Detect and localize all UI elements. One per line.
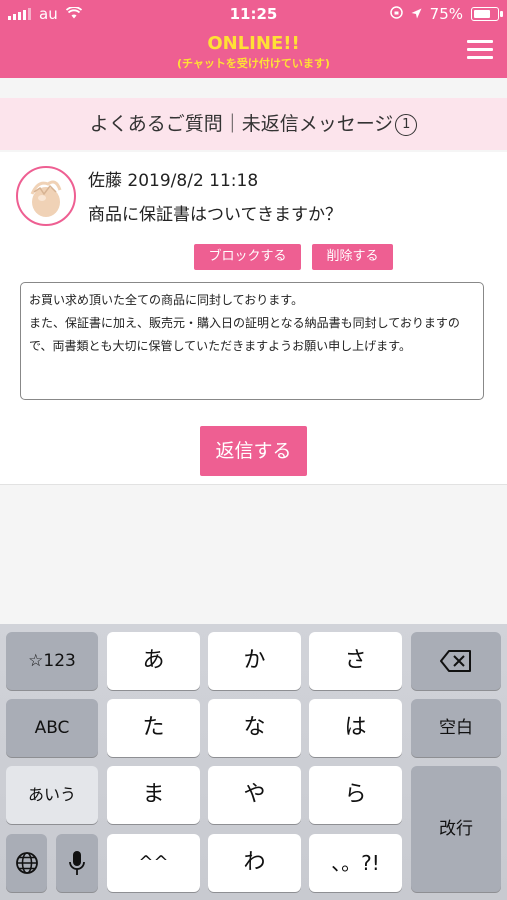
key-abc[interactable]: ABC (6, 699, 98, 757)
globe-icon (15, 852, 39, 880)
key-globe[interactable] (6, 834, 47, 892)
status-bar: au 11:25 75% (0, 0, 507, 28)
rotation-lock-icon (389, 5, 403, 23)
send-reply-button[interactable]: 返信する (200, 426, 307, 476)
key-dakuten[interactable]: ^^ (107, 834, 200, 892)
battery-icon (471, 7, 503, 21)
unread-count-badge: 1 (395, 113, 418, 136)
key-na[interactable]: な (208, 699, 301, 757)
key-space[interactable]: 空白 (411, 699, 501, 757)
key-ta[interactable]: た (107, 699, 200, 757)
avatar (16, 166, 76, 226)
key-backspace[interactable] (411, 632, 501, 690)
key-microphone[interactable] (56, 834, 98, 892)
page-title-bar: よくあるご質問｜未返信メッセージ 1 (0, 98, 507, 150)
key-return[interactable]: 改行 (411, 766, 501, 892)
microphone-icon (69, 851, 85, 881)
key-ma[interactable]: ま (107, 766, 200, 824)
online-status: ONLINE!! (207, 33, 300, 54)
key-ha[interactable]: は (309, 699, 402, 757)
key-ya[interactable]: や (208, 766, 301, 824)
key-ka[interactable]: か (208, 632, 301, 690)
key-kana-mode[interactable]: あいう (6, 766, 98, 824)
sender-name: 佐藤 (88, 171, 122, 191)
reply-text: お買い求め頂いた全ての商品に同封しております。 また、保証書に加え、販売元・購入… (29, 293, 460, 353)
page-title: よくあるご質問｜未返信メッセージ (89, 113, 394, 135)
reply-textarea[interactable]: お買い求め頂いた全ての商品に同封しております。 また、保証書に加え、販売元・購入… (20, 282, 484, 400)
key-sa[interactable]: さ (309, 632, 402, 690)
key-ra[interactable]: ら (309, 766, 402, 824)
app-header: au 11:25 75% ONLINE!! (チャットを受け付けています) (0, 0, 507, 78)
battery-percent: 75% (429, 5, 463, 23)
location-icon (411, 5, 422, 23)
block-button[interactable]: ブロックする (194, 244, 301, 270)
message-meta: 佐藤 2019/8/2 11:18 (88, 166, 258, 191)
key-a[interactable]: あ (107, 632, 200, 690)
message-text: 商品に保証書はついてきますか？ (88, 205, 342, 225)
backspace-icon (440, 650, 472, 677)
online-status-sub: (チャットを受け付けています) (177, 57, 330, 70)
key-punctuation[interactable]: 、。?! (309, 834, 402, 892)
key-wa[interactable]: わ (208, 834, 301, 892)
message-timestamp: 2019/8/2 11:18 (127, 171, 259, 191)
hamburger-menu-icon[interactable] (467, 40, 493, 60)
keyboard: ☆123 あ か さ ABC た な は 空白 あいう ま や ら 改行 ^^ … (0, 624, 507, 900)
delete-button[interactable]: 削除する (312, 244, 393, 270)
key-numbers[interactable]: ☆123 (6, 632, 98, 690)
message-card: 佐藤 2019/8/2 11:18 商品に保証書はついてきますか？ ブロックする… (0, 152, 507, 485)
